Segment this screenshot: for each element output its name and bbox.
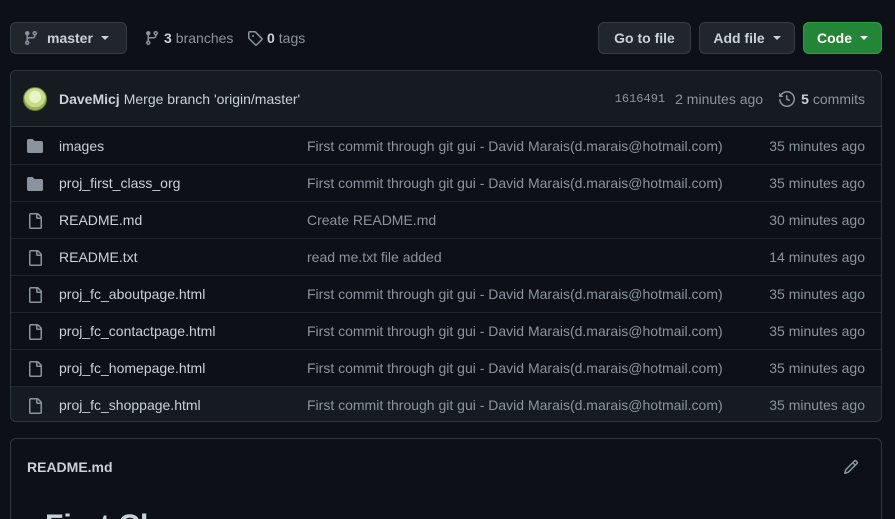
file-commit-message[interactable]: First commit through git gui - David Mar… <box>307 286 723 302</box>
commit-sha[interactable]: 1616491 <box>615 92 665 106</box>
commit-time: 2 minutes ago <box>675 91 764 107</box>
branches-label: branches <box>175 30 234 46</box>
file-commit-age: 35 minutes ago <box>769 360 865 376</box>
go-to-file-button[interactable]: Go to file <box>598 22 691 54</box>
file-row[interactable]: proj_fc_aboutpage.html First commit throu… <box>11 275 881 312</box>
branch-selector-button[interactable]: master <box>10 22 127 54</box>
commit-author[interactable]: DaveMicj <box>59 91 120 107</box>
file-name[interactable]: proj_fc_shoppage.html <box>59 397 201 413</box>
file-commit-message[interactable]: First commit through git gui - David Mar… <box>307 397 723 413</box>
file-icon <box>27 213 43 229</box>
folder-icon <box>27 176 43 192</box>
file-name[interactable]: README.md <box>59 212 142 228</box>
tags-link[interactable]: 0 tags <box>247 22 305 54</box>
tags-count: 0 <box>267 30 275 46</box>
file-icon <box>27 324 43 340</box>
pencil-icon <box>843 459 859 475</box>
git-branch-icon <box>24 31 37 46</box>
add-file-button[interactable]: Add file <box>699 22 795 54</box>
file-name[interactable]: proj_first_class_org <box>59 175 180 191</box>
tags-label: tags <box>278 30 306 46</box>
readme-title[interactable]: README.md <box>27 459 113 475</box>
file-name[interactable]: proj_fc_contactpage.html <box>59 323 215 339</box>
go-to-file-label: Go to file <box>614 30 675 46</box>
file-icon <box>27 361 43 377</box>
chevron-down-icon <box>860 36 868 40</box>
file-icon <box>27 250 43 266</box>
file-commit-age: 35 minutes ago <box>769 175 865 191</box>
edit-readme-button[interactable] <box>843 459 859 475</box>
file-commit-message[interactable]: First commit through git gui - David Mar… <box>307 175 723 191</box>
file-row[interactable]: proj_fc_homepage.html First commit throug… <box>11 349 881 386</box>
git-branch-icon <box>145 31 158 46</box>
tag-icon <box>248 31 263 46</box>
commits-link[interactable]: 5 commits <box>779 91 865 107</box>
commit-message[interactable]: Merge branch 'origin/master' <box>124 91 301 107</box>
file-name[interactable]: proj_fc_aboutpage.html <box>59 286 205 302</box>
commit-meta: 1616491 2 minutes ago 5 commits <box>615 71 865 127</box>
file-row[interactable]: images First commit through git gui - Dav… <box>11 127 881 164</box>
file-commit-message[interactable]: First commit through git gui - David Mar… <box>307 360 723 376</box>
code-label: Code <box>817 30 852 46</box>
commits-count: 5 <box>801 91 809 107</box>
file-name[interactable]: images <box>59 138 104 154</box>
add-file-label: Add file <box>713 30 765 46</box>
file-commit-age: 14 minutes ago <box>769 249 865 265</box>
file-commit-message[interactable]: First commit through git gui - David Mar… <box>307 138 723 154</box>
file-row[interactable]: proj_first_class_org First commit through… <box>11 164 881 201</box>
latest-commit-bar: DaveMicj Merge branch 'origin/master' 16… <box>11 71 881 127</box>
branch-name: master <box>47 30 93 46</box>
file-list: images First commit through git gui - Dav… <box>11 127 881 421</box>
file-commit-message[interactable]: Create README.md <box>307 212 436 228</box>
file-name[interactable]: proj_fc_homepage.html <box>59 360 205 376</box>
file-commit-age: 35 minutes ago <box>769 137 865 154</box>
history-icon <box>779 91 796 107</box>
readme-panel: README.md First Class.org <box>10 438 882 519</box>
file-commit-age: 35 minutes ago <box>769 397 865 413</box>
code-button[interactable]: Code <box>803 22 882 54</box>
file-icon <box>27 398 43 414</box>
file-commit-message[interactable]: read me.txt file added <box>307 249 442 265</box>
chevron-down-icon <box>100 36 109 40</box>
file-browser: DaveMicj Merge branch 'origin/master' 16… <box>10 70 882 422</box>
commits-label: commits <box>812 91 865 107</box>
file-row[interactable]: proj_fc_shoppage.html First commit throug… <box>11 386 881 421</box>
repo-toolbar: master 3 branches 0 tags Go to file Add … <box>10 22 882 54</box>
file-commit-age: 30 minutes ago <box>769 212 865 228</box>
file-commit-age: 35 minutes ago <box>769 323 865 339</box>
file-commit-age: 35 minutes ago <box>769 286 865 302</box>
file-name[interactable]: README.txt <box>59 249 138 265</box>
file-row[interactable]: proj_fc_contactpage.html First commit thr… <box>11 312 881 349</box>
branches-count: 3 <box>164 30 172 46</box>
readme-heading: First Class.org <box>45 509 255 519</box>
file-row[interactable]: README.md Create README.md 30 minutes ago <box>11 201 881 238</box>
file-row[interactable]: README.txt read me.txt file added 14 minut… <box>11 238 881 275</box>
readme-header: README.md <box>11 439 881 495</box>
file-commit-message[interactable]: First commit through git gui - David Mar… <box>307 323 723 339</box>
branches-link[interactable]: 3 branches <box>144 22 233 54</box>
folder-icon <box>27 138 43 154</box>
chevron-down-icon <box>772 36 781 40</box>
file-icon <box>27 287 43 303</box>
avatar[interactable] <box>23 86 47 111</box>
